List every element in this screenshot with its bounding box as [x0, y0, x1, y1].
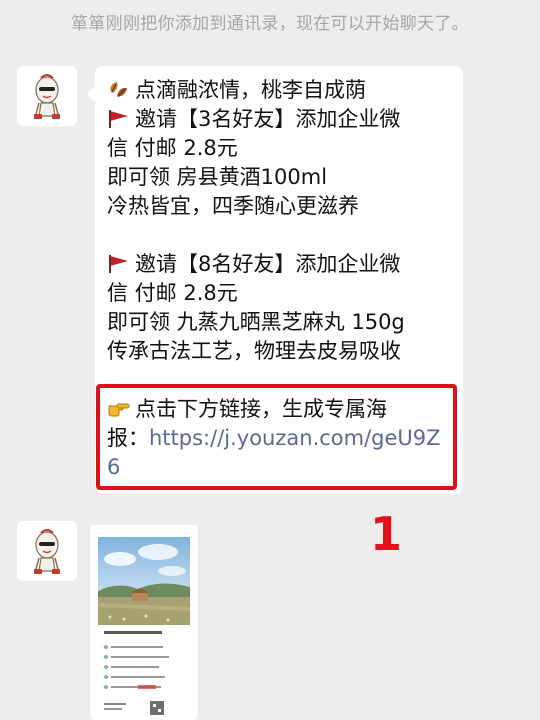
message-line: 邀请【8名好友】添加企业微 — [107, 250, 459, 279]
message-text: 邀请【3名好友】添加企业微 — [135, 107, 401, 131]
contact-avatar[interactable] — [17, 66, 77, 126]
autumn-leaves-icon — [110, 82, 127, 97]
poster-image — [98, 537, 190, 720]
mascot-avatar-icon — [17, 66, 77, 126]
message-text: 点滴融浓情，桃李自成荫 — [135, 78, 366, 102]
message-line: 信 付邮 2.8元 — [107, 136, 238, 160]
message-line: 邀请【3名好友】添加企业微 — [107, 105, 459, 134]
contact-avatar[interactable] — [17, 521, 77, 581]
image-message[interactable] — [90, 525, 198, 720]
poster-thumbnail[interactable] — [98, 537, 190, 720]
message-line: 即可领 九蒸九晒黑芝麻丸 150g — [107, 310, 405, 334]
system-notice: 箪箪刚刚把你添加到通讯录，现在可以开始聊天了。 — [71, 14, 469, 34]
red-flag-icon — [109, 110, 128, 128]
highlight-annotation-box — [96, 384, 457, 490]
annotation-number: 1 — [370, 507, 403, 561]
message-line: 传承古法工艺，物理去皮易吸收 — [107, 339, 401, 363]
mascot-avatar-icon — [17, 521, 77, 581]
message-line: 点滴融浓情，桃李自成荫 — [107, 76, 459, 105]
red-flag-icon — [109, 255, 128, 273]
message-line: 冷热皆宜，四季随心更滋养 — [107, 194, 359, 218]
message-line: 即可领 房县黄酒100ml — [107, 165, 328, 189]
message-text: 邀请【8名好友】添加企业微 — [135, 252, 401, 276]
message-line: 信 付邮 2.8元 — [107, 281, 238, 305]
